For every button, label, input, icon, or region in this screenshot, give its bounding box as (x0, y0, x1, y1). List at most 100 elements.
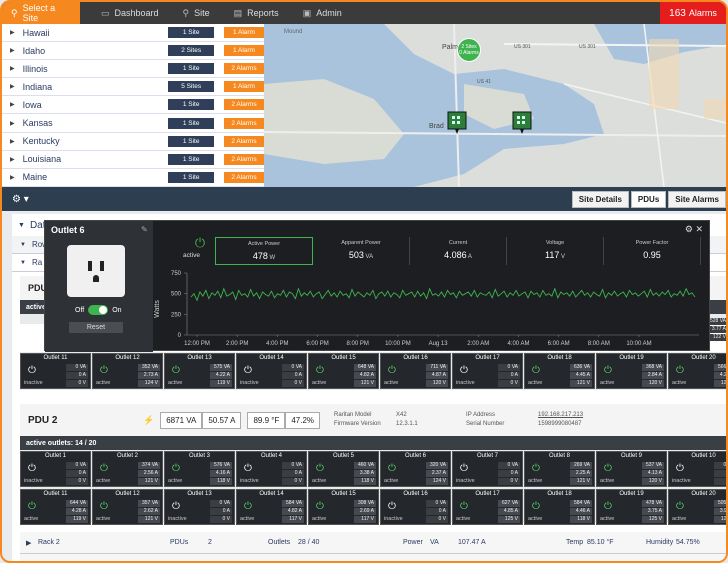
outlet-card[interactable]: Outlet 14 ⏻ active 584 VA 4.82 A 117 V (236, 489, 307, 525)
nav-tab-dashboard[interactable]: ▭ Dashboard (92, 2, 168, 24)
alarm-count-badge: 2 Alarms (223, 63, 264, 75)
outlet-card[interactable]: Outlet 15 ⏻ active 308 VA 2.69 A 117 V (308, 489, 379, 525)
outlet-values: 537 VA 4.13 A 120 V (642, 462, 664, 486)
x-tick-label: 6:00 PM (306, 341, 328, 347)
outlet-card[interactable]: Outlet 17 ⏻ active 627 VA 4.85 A 125 V (452, 489, 523, 525)
outlet-name: Outlet 8 (548, 453, 570, 459)
edit-icon[interactable]: ✎ (141, 225, 148, 234)
outlet-values: 648 VA 4.82 A 121 V (354, 364, 376, 388)
alarms-button[interactable]: 163 Alarms (660, 2, 726, 24)
site-count-badge: 1 Site (168, 27, 214, 39)
site-count-badge: 1 Site (168, 117, 214, 129)
nav-tab-admin[interactable]: ▣ Admin (294, 2, 351, 24)
popup-controls[interactable]: ⚙ ✕ (685, 224, 703, 235)
outlet-card[interactable]: Outlet 20 ⏻ active 505 VA3.98 A123 V (668, 489, 726, 525)
outlet-card[interactable]: Outlet 18 ⏻ active 584 VA 4.46 A 118 V (524, 489, 595, 525)
outlet-amps: 4.82 A (282, 508, 304, 515)
model-value: X42 (396, 412, 407, 418)
x-tick-label: 2:00 PM (226, 341, 248, 347)
site-row[interactable]: ▶ Louisiana 1 Site 2 Alarms (2, 151, 264, 169)
y-tick-label: 750 (171, 271, 182, 277)
outlet-volts: 121 V (138, 516, 160, 523)
x-tick-label: 10:00 AM (626, 341, 651, 347)
metric-active-power[interactable]: Active Power 478 W (215, 237, 313, 265)
outlet-card[interactable]: Outlet 9 ⏻ active 537 VA 4.13 A 120 V (596, 451, 667, 487)
x-tick-label: Aug 13 (429, 341, 449, 347)
nav-tab-label: Admin (316, 8, 342, 18)
rack-row[interactable]: ▶Rack 3PDUs2Outlets28 / 40PowerVA103.22 … (20, 554, 726, 561)
outlet-card[interactable]: Outlet 19 ⏻ active 478 VA 3.75 A 125 V (596, 489, 667, 525)
outlet-card[interactable]: Outlet 7 ⏻ inactive 0 VA 0 A0 V (452, 451, 523, 487)
monitor-icon: ▭ (101, 7, 110, 18)
outlet-card[interactable]: Outlet 1 ⏻ inactive 0 VA 0 A0 V (20, 451, 91, 487)
site-map[interactable]: Mound Palm Brad US 301 US 301 US 41 2 Si… (264, 24, 726, 187)
outlet-name: Outlet 1 (44, 453, 66, 459)
site-row[interactable]: ▶ Indiana 5 Sites 1 Alarm (2, 78, 264, 97)
map-label-us301-a: US 301 (514, 44, 531, 50)
outlet-card[interactable]: Outlet 6 ⏻ active 320 VA 2.37 A 124 V (380, 451, 451, 487)
outlet-name: Outlet 19 (619, 355, 644, 361)
site-row[interactable]: ▶ Idaho 2 Sites 1 Alarm (2, 42, 264, 61)
building-pin-icon[interactable] (512, 111, 532, 135)
site-row[interactable]: ▶ Kentucky 1 Site 2 Alarms (2, 133, 264, 151)
outlet-va: 711 VA (426, 364, 448, 371)
outlet-card[interactable]: Outlet 11 ⏻ inactive 0 VA 0 A0 V (20, 353, 91, 389)
rack-name: Rack 2 (38, 539, 60, 546)
outlet-va: 575 VA (210, 364, 232, 371)
site-row[interactable]: ▶ Illinois 1 Site 2 Alarms (2, 60, 264, 79)
nav-tab-reports[interactable]: ▤ Reports (225, 2, 288, 24)
tab-pdus[interactable]: PDUs (630, 191, 667, 208)
outlet-card[interactable]: Outlet 14 ⏻ inactive 0 VA 0 A0 V (236, 353, 307, 389)
building-pin-icon[interactable] (447, 111, 467, 135)
site-row[interactable]: ▶ Kansas 1 Site 2 Alarms (2, 114, 264, 133)
outlet-card[interactable]: Outlet 16 ⏻ active 711 VA 4.87 A 120 V (380, 353, 451, 389)
outlet-amps: 3.38 A (354, 470, 376, 477)
site-row[interactable]: ▶ Iowa 1 Site 2 Alarms (2, 96, 264, 115)
outlet-card[interactable]: Outlet 13 ⏻ active 575 VA 4.22 A 119 V (164, 353, 235, 389)
outlet-amps: 4.82 A (354, 372, 376, 379)
outlet-card[interactable]: Outlet 8 ⏻ active 269 VA 2.25 A 121 V (524, 451, 595, 487)
nav-tab-select-a-site[interactable]: ⚲ Select a Site (2, 2, 80, 24)
pin-icon: ⚲ (11, 7, 18, 18)
site-name: Kentucky (22, 136, 60, 147)
tab-site-details[interactable]: Site Details (571, 191, 629, 208)
outlet-card[interactable]: Outlet 3 ⏻ active 576 VA 4.16 A 118 V (164, 451, 235, 487)
reset-button[interactable]: Reset (69, 322, 123, 333)
outlet-card[interactable]: Outlet 4 ⏻ inactive 0 VA 0 A0 V (236, 451, 307, 487)
outlet-state: active (96, 478, 111, 484)
site-row[interactable]: ▶ Hawaii 1 Site 1 Alarm (2, 24, 264, 43)
outlet-card[interactable]: Outlet 10 ⏻ inactive 0 VA0 A0 V (668, 451, 726, 487)
popup-title: Outlet 6 (51, 225, 85, 235)
gear-icon[interactable]: ⚙ ▾ (12, 194, 29, 205)
outlet-va: 308 VA (354, 500, 376, 507)
tab-site-alarms[interactable]: Site Alarms (668, 191, 726, 208)
pdu-2-amps: 50.57 A (202, 411, 242, 429)
outlet-card[interactable]: Outlet 12 ⏻ active 352 VA 2.73 A 124 V (92, 353, 163, 389)
outlet-name: Outlet 2 (116, 453, 138, 459)
site-row[interactable]: ▶ Maine 1 Site 2 Alarms (2, 169, 264, 187)
rack-row[interactable]: ▶ Rack 2 PDUs 2 Outlets 28 / 40 Power VA 107.47 … (20, 532, 726, 554)
power-toggle[interactable]: Off On (75, 305, 122, 315)
outlet-card[interactable]: Outlet 2 ⏻ active 374 VA 2.56 A 121 V (92, 451, 163, 487)
outlet-card[interactable]: Outlet 18 ⏻ active 636 VA 4.45 A 121 V (524, 353, 595, 389)
outlet-card[interactable]: Outlet 11 ⏻ active 644 VA 4.28 A 119 V (20, 489, 91, 525)
outlet-volts: 123 V (714, 516, 726, 523)
outlet-amps: 2.25 A (570, 470, 592, 477)
outlet-card[interactable]: Outlet 13 ⏻ inactive 0 VA 0 A0 V (164, 489, 235, 525)
outlet-card[interactable]: Outlet 5 ⏻ active 460 VA 3.38 A 118 V (308, 451, 379, 487)
outlet-amps: 2.37 A (426, 470, 448, 477)
app-frame: ⚲ Select a Site ▭ Dashboard ⚲ Site ▤ Reports ▣ Ad… (0, 0, 728, 563)
outlet-card[interactable]: Outlet 17 ⏻ inactive 0 VA 0 A0 V (452, 353, 523, 389)
outlet-card[interactable]: Outlet 20 ⏻ active 566 VA4.26 A123 V (668, 353, 726, 389)
metric-value: 117 V (507, 250, 603, 260)
outlet-card[interactable]: Outlet 15 ⏻ active 648 VA 4.82 A 121 V (308, 353, 379, 389)
outlet-card[interactable]: Outlet 19 ⏻ active 368 VA 2.84 A 120 V (596, 353, 667, 389)
outlet-volts: 0 V (498, 478, 520, 485)
outlet-values: 505 VA3.98 A123 V (714, 500, 726, 524)
amps-value: 107.47 A (458, 539, 486, 546)
expand-icon: ▶ (10, 120, 15, 127)
outlet-card[interactable]: Outlet 16 ⏻ inactive 0 VA 0 A0 V (380, 489, 451, 525)
outlet-card[interactable]: Outlet 12 ⏻ active 357 VA 2.62 A 121 V (92, 489, 163, 525)
nav-tab-site[interactable]: ⚲ Site (174, 2, 219, 24)
outlet-values: 0 VA0 A0 V (714, 462, 726, 486)
